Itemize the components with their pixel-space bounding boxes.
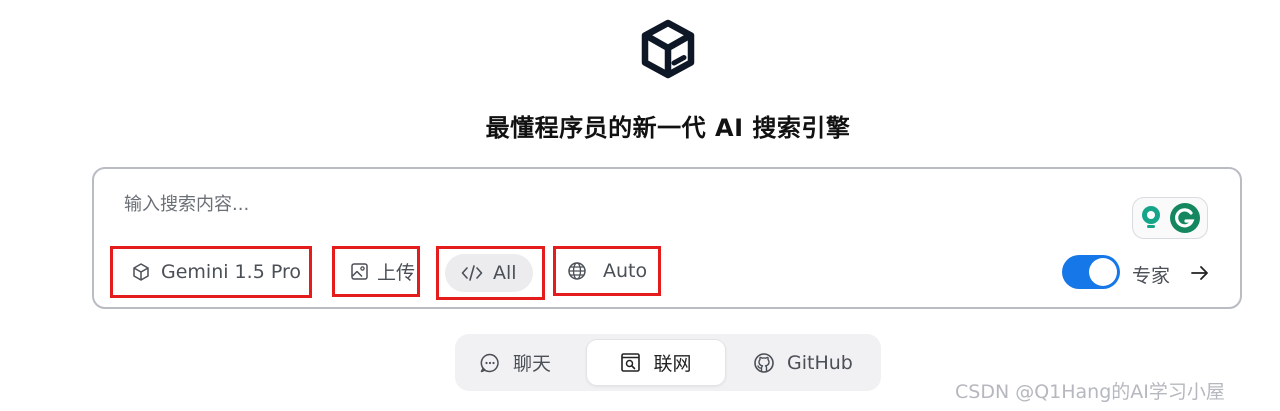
search-input[interactable] — [124, 189, 1104, 219]
expert-label: 专家 — [1132, 265, 1171, 287]
tab-web-label: 联网 — [653, 353, 692, 375]
expert-toggle[interactable] — [1062, 255, 1120, 289]
image-icon — [351, 263, 368, 280]
tab-github-label: GitHub — [787, 351, 853, 374]
web-search-icon — [621, 353, 641, 372]
cube-logo-icon — [641, 19, 695, 79]
grammarly-icon[interactable] — [1169, 202, 1201, 234]
chat-icon — [480, 353, 499, 372]
scope-selector-label: All — [493, 262, 517, 284]
upload-button[interactable]: 上传 — [332, 246, 420, 297]
upload-button-label: 上传 — [377, 262, 416, 284]
page-title: 最懂程序员的新一代 AI 搜索引擎 — [485, 114, 851, 142]
github-icon — [754, 352, 774, 373]
expert-toggle-knob — [1089, 258, 1117, 286]
scope-selector-pill[interactable]: All — [445, 254, 533, 292]
mode-tabs: 聊天 联网 GitHub — [455, 334, 881, 391]
tab-web[interactable]: 联网 — [586, 339, 726, 386]
cube-icon — [133, 263, 149, 281]
globe-icon — [568, 262, 586, 280]
scope-selector[interactable]: All — [436, 246, 545, 300]
model-selector-label: Gemini 1.5 Pro — [161, 261, 301, 283]
page: 最懂程序员的新一代 AI 搜索引擎 Gemini 1.5 Pro — [0, 0, 1280, 411]
bulb-extension-icon[interactable] — [1139, 205, 1163, 231]
language-selector-label: Auto — [603, 260, 648, 282]
browser-extension-icons — [1132, 197, 1208, 239]
watermark: CSDN @Q1Hang的AI学习小屋 — [955, 381, 1225, 403]
search-box: Gemini 1.5 Pro 上传 All — [92, 167, 1242, 309]
tab-github[interactable]: GitHub — [753, 339, 853, 386]
tab-chat[interactable]: 聊天 — [479, 339, 551, 386]
arrow-right-icon[interactable] — [1188, 261, 1212, 285]
language-selector[interactable]: Auto — [553, 246, 661, 296]
model-selector[interactable]: Gemini 1.5 Pro — [110, 246, 312, 298]
code-icon — [461, 265, 483, 281]
tab-chat-label: 聊天 — [513, 353, 552, 375]
